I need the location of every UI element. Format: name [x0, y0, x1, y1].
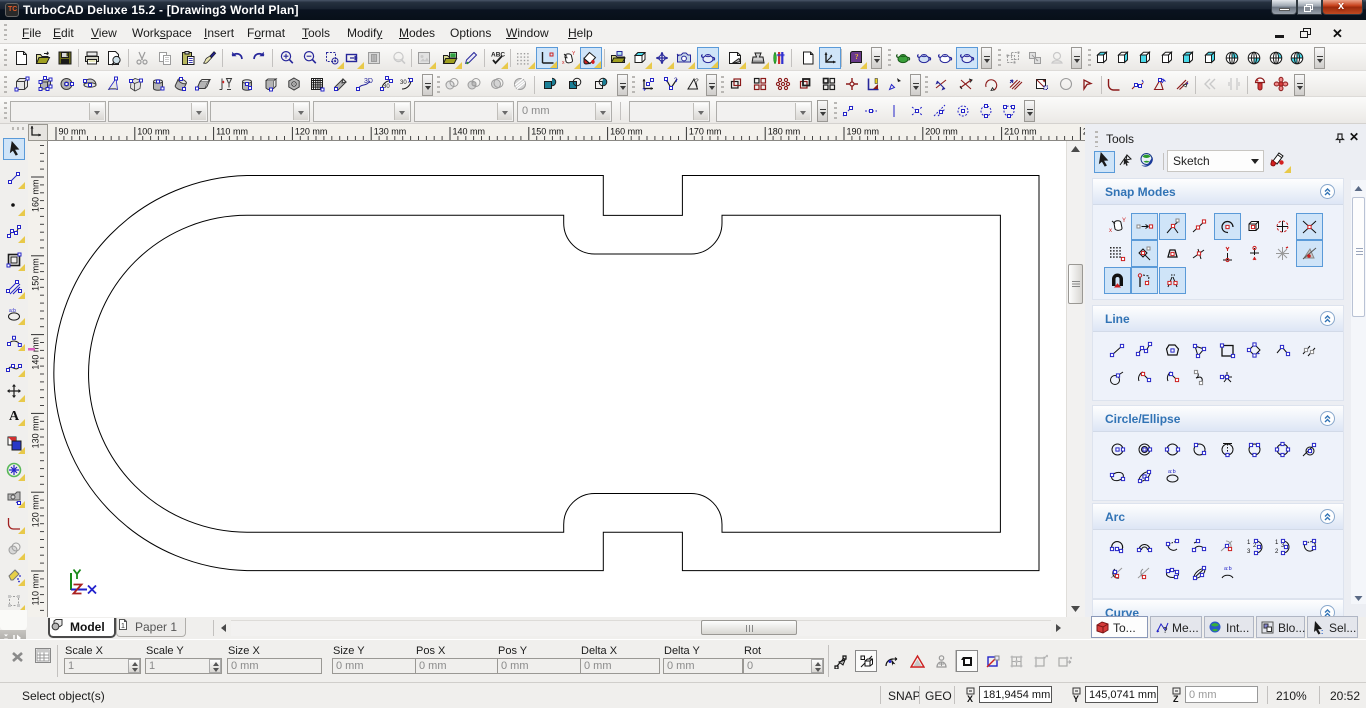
- svg-text:Y: Y: [1122, 218, 1126, 224]
- svg-text:1: 1: [1275, 540, 1279, 546]
- svg-text:130 mm: 130 mm: [374, 127, 407, 137]
- svg-text:110 mm: 110 mm: [31, 574, 41, 606]
- svg-text:a:b: a:b: [1168, 469, 1176, 475]
- svg-text:120 mm: 120 mm: [31, 495, 41, 528]
- svg-text:130 mm: 130 mm: [31, 416, 41, 449]
- svg-text:?: ?: [695, 78, 699, 85]
- svg-text:200 mm: 200 mm: [925, 127, 958, 137]
- svg-text:1: 1: [1247, 540, 1251, 546]
- svg-text:2: 2: [1275, 549, 1279, 555]
- svg-text:140 mm: 140 mm: [31, 337, 41, 370]
- svg-text:Z: Z: [1173, 694, 1179, 703]
- svg-text:120 mm: 120 mm: [295, 127, 328, 137]
- svg-text:3D: 3D: [364, 78, 373, 85]
- svg-text:180 mm: 180 mm: [768, 127, 801, 137]
- svg-text:1: 1: [121, 623, 125, 630]
- svg-text:140 mm: 140 mm: [453, 127, 486, 137]
- svg-text:2: 2: [1253, 543, 1257, 549]
- svg-text:150 mm: 150 mm: [31, 258, 41, 291]
- svg-text:30: 30: [400, 80, 407, 86]
- svg-text:100 mm: 100 mm: [137, 127, 170, 137]
- svg-text:?: ?: [1163, 626, 1168, 635]
- svg-text:170 mm: 170 mm: [689, 127, 722, 137]
- svg-text:160 mm: 160 mm: [31, 180, 41, 213]
- svg-text:90 mm: 90 mm: [59, 127, 87, 137]
- svg-text:Y: Y: [572, 51, 576, 57]
- svg-text:190 mm: 190 mm: [847, 127, 880, 137]
- svg-text:X: X: [967, 694, 973, 703]
- svg-text:x: x: [1109, 228, 1112, 234]
- svg-text:ABC: ABC: [491, 51, 505, 58]
- svg-text:210 mm: 210 mm: [1004, 127, 1037, 137]
- svg-text:110 mm: 110 mm: [216, 127, 248, 137]
- svg-text:?: ?: [855, 53, 859, 61]
- svg-text::: :: [1321, 629, 1323, 635]
- svg-text:Y: Y: [1073, 694, 1079, 703]
- svg-text:a:b: a:b: [1224, 566, 1232, 572]
- svg-text:3: 3: [1247, 549, 1251, 555]
- svg-text:160 mm: 160 mm: [610, 127, 643, 137]
- svg-text:?: ?: [674, 78, 678, 84]
- svg-text:30: 30: [383, 84, 390, 90]
- svg-text:150 mm: 150 mm: [531, 127, 564, 137]
- svg-text:x: x: [562, 60, 565, 66]
